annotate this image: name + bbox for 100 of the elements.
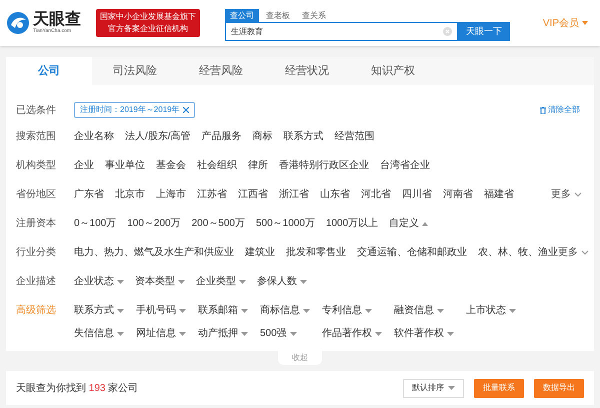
caret-icon — [509, 308, 516, 312]
caret-icon — [303, 308, 310, 312]
filter-option[interactable]: 江苏省 — [197, 187, 227, 202]
filter-label: 注册资本 — [16, 216, 57, 231]
logo-icon — [6, 11, 30, 35]
filter-option[interactable]: 企业名称 — [74, 129, 114, 144]
filter-option[interactable]: 0～100万 — [74, 216, 116, 231]
filter-option[interactable]: 失信信息 — [74, 326, 124, 341]
filter-option[interactable]: 网址信息 — [136, 326, 186, 341]
filter-option[interactable]: 作品著作权 — [322, 326, 382, 341]
filter-label: 企业描述 — [16, 274, 57, 289]
filter-option[interactable]: 上市状态 — [466, 303, 516, 318]
caret-icon — [447, 332, 454, 336]
caret-icon — [241, 332, 248, 336]
caret-icon — [179, 332, 186, 336]
filter-option[interactable]: 自定义 — [389, 216, 428, 231]
filter-option[interactable]: 联系方式 — [284, 129, 324, 144]
filter-option[interactable]: 500～1000万 — [256, 216, 315, 231]
tab[interactable]: 公司 — [6, 57, 92, 85]
filter-option[interactable]: 手机号码 — [136, 303, 186, 318]
filter-option[interactable]: 四川省 — [402, 187, 432, 202]
filter-option[interactable]: 事业单位 — [105, 158, 145, 173]
filter-option[interactable]: 联系邮箱 — [198, 303, 248, 318]
filter-option[interactable]: 1000万以上 — [326, 216, 378, 231]
caret-icon — [241, 308, 248, 312]
sort-dropdown[interactable]: 默认排序 — [403, 378, 464, 398]
caret-icon — [422, 222, 428, 226]
search-tab[interactable]: 查老板 — [261, 9, 295, 22]
filter-option[interactable]: 建筑业 — [245, 245, 275, 260]
filter-option[interactable]: 电力、热力、燃气及水生产和供应业 — [74, 245, 234, 260]
filter-option[interactable]: 企业 — [74, 158, 94, 173]
filter-option[interactable]: 500强 — [260, 326, 310, 341]
filter-label: 行业分类 — [16, 246, 57, 260]
tab[interactable]: 经营风险 — [178, 57, 264, 85]
filter-label: 高级筛选 — [16, 304, 57, 318]
filter-option[interactable]: 动产抵押 — [198, 326, 248, 341]
chevron-icon — [574, 192, 582, 197]
trash-icon — [540, 106, 546, 114]
search-tab[interactable]: 查公司 — [225, 9, 259, 22]
filter-option[interactable]: 交通运输、仓储和邮政业 — [357, 245, 467, 260]
caret-icon — [239, 280, 246, 284]
more-link[interactable]: 更多 — [551, 187, 582, 202]
filter-option[interactable]: 融资信息 — [394, 303, 454, 318]
caret-icon — [179, 308, 186, 312]
caret-icon — [117, 308, 124, 312]
tab[interactable]: 司法风险 — [92, 57, 178, 85]
caret-icon — [365, 308, 372, 312]
filter-option[interactable]: 香港特别行政区企业 — [279, 158, 369, 173]
clear-all-link[interactable]: 清除全部 — [548, 104, 580, 116]
tab[interactable]: 经营状况 — [264, 57, 350, 85]
badge-text: 国家中小企业发展基金旗下 — [100, 11, 196, 23]
filter-option[interactable]: 100～200万 — [127, 216, 181, 231]
search-button[interactable]: 天眼一下 — [458, 22, 510, 41]
filter-option[interactable]: 河北省 — [361, 187, 391, 202]
filter-option[interactable]: 社会组织 — [197, 158, 237, 173]
filter-option[interactable]: 联系方式 — [74, 303, 124, 318]
filter-option[interactable]: 广东省 — [74, 187, 104, 202]
filter-option[interactable]: 北京市 — [115, 187, 145, 202]
filter-option[interactable]: 台湾省企业 — [380, 158, 430, 173]
filter-option[interactable]: 产品服务 — [202, 129, 242, 144]
filter-label: 已选条件 — [16, 104, 57, 118]
logo-text: 天眼查 — [33, 12, 81, 28]
search-field[interactable]: 生涯教育 — [225, 22, 458, 41]
filter-label: 省份地区 — [16, 188, 57, 202]
filter-option[interactable]: 江西省 — [238, 187, 268, 202]
caret-icon — [178, 280, 185, 284]
close-icon — [182, 107, 189, 113]
filter-label: 机构类型 — [16, 158, 57, 173]
filter-option[interactable]: 律所 — [248, 158, 268, 173]
filter-chip[interactable]: 注册时间：2019年～2019年 — [74, 102, 195, 118]
caret-icon — [375, 332, 382, 336]
more-link[interactable]: 更多 — [558, 245, 589, 260]
filter-label: 搜索范围 — [16, 130, 57, 144]
filter-option[interactable]: 软件著作权 — [394, 326, 454, 341]
filter-option[interactable]: 福建省 — [484, 187, 514, 202]
filter-option[interactable]: 基金会 — [156, 158, 186, 173]
filter-option[interactable]: 河南省 — [443, 187, 473, 202]
filter-option[interactable]: 商标 — [252, 129, 273, 144]
filter-option[interactable]: 企业状态 — [74, 274, 124, 289]
caret-icon — [117, 280, 124, 284]
caret-icon — [448, 386, 455, 390]
caret-icon — [437, 308, 444, 312]
filter-option[interactable]: 参保人数 — [257, 274, 307, 289]
filter-option[interactable]: 商标信息 — [260, 303, 310, 318]
filter-option[interactable]: 200～500万 — [192, 216, 245, 231]
filter-option[interactable]: 经营范围 — [334, 129, 375, 144]
filter-option[interactable]: 法人/股东/高管 — [125, 129, 191, 144]
badge-text: 官方备案企业征信机构 — [108, 23, 188, 35]
filter-option[interactable]: 农、林、牧、渔业 — [478, 245, 558, 260]
filter-option[interactable]: 批发和零售业 — [286, 245, 346, 260]
filter-option[interactable]: 山东省 — [320, 187, 350, 202]
filter-option[interactable]: 资本类型 — [135, 274, 185, 289]
chevron-icon — [581, 250, 589, 255]
search-tab[interactable]: 查关系 — [297, 9, 331, 22]
clear-icon — [443, 27, 452, 36]
filter-option[interactable]: 上海市 — [156, 187, 186, 202]
tab[interactable]: 知识产权 — [350, 57, 436, 85]
filter-option[interactable]: 专利信息 — [322, 303, 382, 318]
filter-option[interactable]: 浙江省 — [279, 187, 309, 202]
filter-option[interactable]: 企业类型 — [196, 274, 246, 289]
